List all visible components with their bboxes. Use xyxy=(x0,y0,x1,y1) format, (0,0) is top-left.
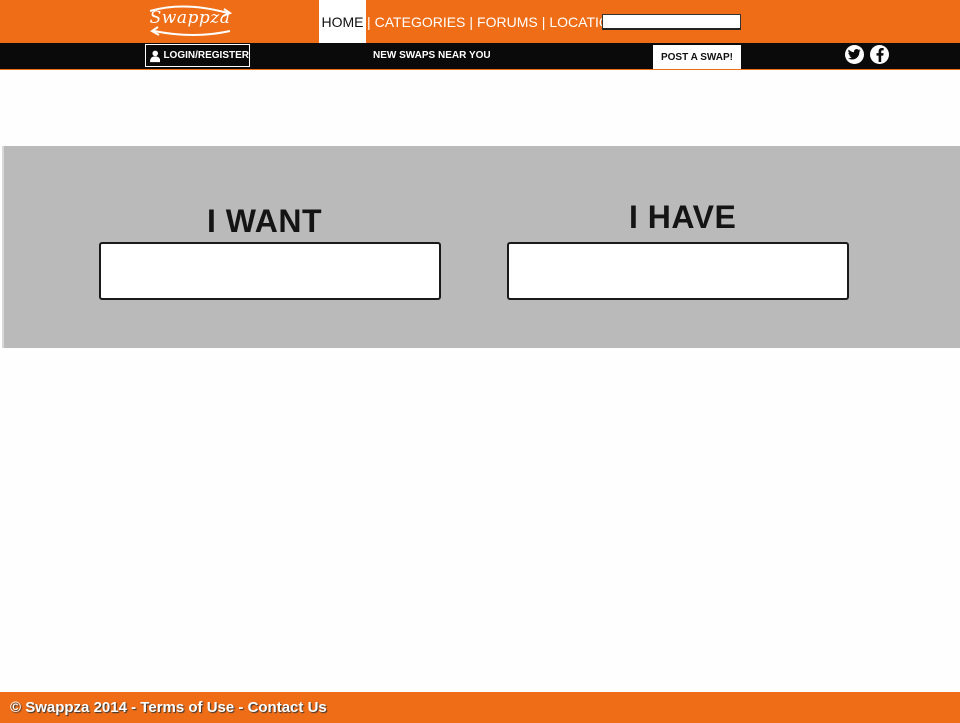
i-want-heading: I WANT xyxy=(207,203,322,239)
facebook-button[interactable] xyxy=(870,45,889,64)
swappza-logo[interactable]: Swappza xyxy=(144,3,236,39)
nav-categories[interactable]: CATEGORIES xyxy=(372,14,469,30)
user-icon xyxy=(150,50,161,62)
footer-terms-link[interactable]: Terms of Use xyxy=(140,699,234,716)
login-register-button[interactable]: LOGIN/REGISTER xyxy=(145,44,250,67)
nav-home[interactable]: HOME xyxy=(319,0,366,43)
i-have-heading: I HAVE xyxy=(629,199,737,235)
facebook-icon xyxy=(876,47,884,62)
i-have-input[interactable] xyxy=(507,242,849,300)
sub-navbar: LOGIN/REGISTER NEW SWAPS NEAR YOU POST A… xyxy=(0,43,960,70)
footer-contact-link[interactable]: Contact Us xyxy=(248,699,327,716)
twitter-icon xyxy=(848,49,861,60)
nav-forums[interactable]: FORUMS xyxy=(474,14,541,30)
post-swap-button[interactable]: POST A SWAP! xyxy=(653,45,741,69)
footer: © Swappza 2014 - Terms of Use - Contact … xyxy=(0,692,960,723)
new-swaps-link[interactable]: NEW SWAPS NEAR YOU xyxy=(373,50,491,61)
logo-text: Swappza xyxy=(149,8,231,28)
search-input[interactable] xyxy=(602,14,741,30)
footer-copyright: © Swappza 2014 xyxy=(10,699,127,716)
top-navbar: Swappza HOME | CATEGORIES | FORUMS | LOC… xyxy=(0,0,960,43)
i-want-input[interactable] xyxy=(99,242,441,300)
footer-separator: - xyxy=(126,699,141,716)
twitter-button[interactable] xyxy=(845,45,864,64)
main-nav: HOME | CATEGORIES | FORUMS | LOCATION xyxy=(319,0,623,43)
footer-separator: - xyxy=(234,699,248,716)
login-register-label: LOGIN/REGISTER xyxy=(163,50,249,61)
